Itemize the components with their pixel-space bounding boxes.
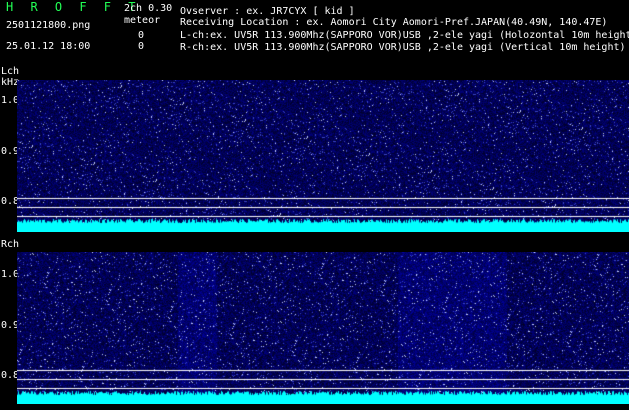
rch-spectrogram [17,252,629,404]
image-filename: 2501121800.png [6,20,91,31]
rch-receiver-info: R-ch:ex. UV5R 113.900Mhz(SAPPORO VOR)USB… [180,42,626,53]
rch-meteor-count: 0 [138,41,145,52]
lch-receiver-info: L-ch:ex. UV5R 113.900Mhz(SAPPORO VOR)USB… [180,30,629,41]
app-brand-title: H R O F F T [6,0,141,14]
version-label: 2ch 0.30 [124,3,173,14]
capture-datetime: 25.01.12 18:00 [6,41,91,52]
observer-info: Ovserver : ex. JR7CYX [ kid ] [180,6,355,17]
lch-spectrogram [17,80,629,232]
location-info: Receiving Location : ex. Aomori City Aom… [180,17,608,28]
rch-label: Rch [1,239,20,250]
lch-label: Lch [1,66,20,77]
lch-meteor-count: 0 [138,30,145,41]
meteor-count-label: meteor [124,15,161,26]
